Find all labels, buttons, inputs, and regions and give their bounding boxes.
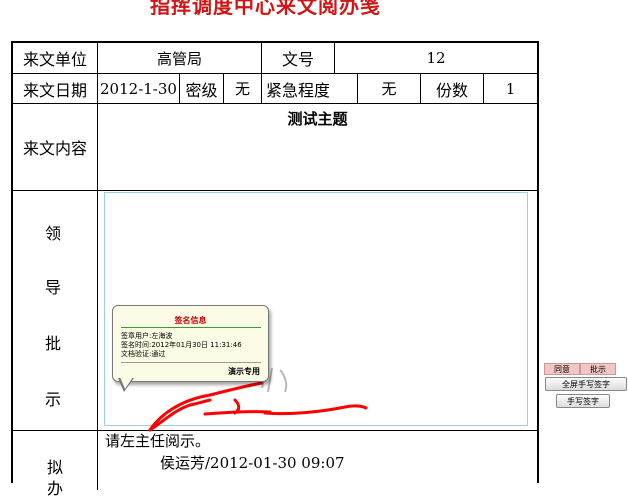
tooltip-footer: 演示专用 <box>228 367 260 376</box>
instruct-button[interactable]: 批示 <box>580 363 616 375</box>
tooltip-title: 签名信息 <box>174 316 207 325</box>
tooltip-divider <box>121 362 261 363</box>
agree-button[interactable]: 同意 <box>544 363 580 375</box>
signature-info-tooltip: 签名信息 签章用户:左海波 签名时间:2012年01月30日 11:31:46 … <box>112 305 269 382</box>
tooltip-divider <box>121 327 261 328</box>
tooltip-verify: 文档验证:通过 <box>121 350 166 358</box>
tooltip-pointer <box>120 377 133 389</box>
tooltip-time: 签名时间:2012年01月30日 11:31:46 <box>121 341 242 349</box>
tooltip-user: 签章用户:左海波 <box>121 332 173 340</box>
handwritten-signature <box>148 367 368 432</box>
fullscreen-handwrite-button[interactable]: 全屏手写签字 <box>545 377 627 391</box>
handwrite-sign-button[interactable]: 手写签字 <box>556 394 610 408</box>
